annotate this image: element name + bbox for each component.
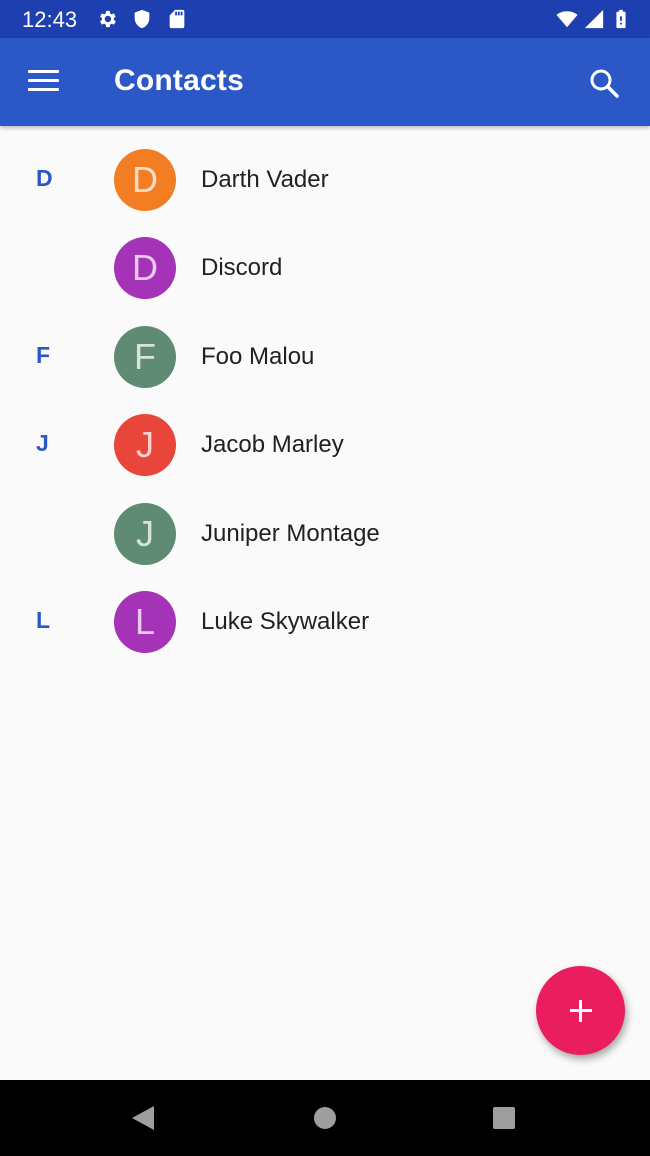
search-icon bbox=[590, 69, 619, 98]
recents-button[interactable] bbox=[482, 1098, 526, 1138]
menu-button[interactable] bbox=[14, 60, 74, 104]
page-title: Contacts bbox=[114, 64, 244, 97]
search-button[interactable] bbox=[580, 60, 628, 108]
status-bar: 12:43 bbox=[0, 0, 650, 38]
contact-name: Luke Skywalker bbox=[201, 608, 370, 635]
section-letter: L bbox=[36, 607, 51, 633]
contact-name: Juniper Montage bbox=[201, 520, 380, 547]
navigation-bar bbox=[0, 1080, 650, 1156]
battery-icon bbox=[616, 9, 626, 29]
settings-gear-icon bbox=[100, 10, 116, 28]
home-icon bbox=[314, 1107, 336, 1129]
avatar: J bbox=[114, 503, 176, 565]
contact-row[interactable]: F F Foo Malou bbox=[0, 313, 650, 401]
back-button[interactable] bbox=[122, 1098, 166, 1138]
contact-name: Foo Malou bbox=[201, 343, 315, 370]
contact-row[interactable]: J J Jacob Marley bbox=[0, 401, 650, 489]
shield-icon bbox=[134, 9, 150, 29]
signal-icon bbox=[584, 9, 604, 29]
contact-row[interactable]: L L Luke Skywalker bbox=[0, 578, 650, 666]
sd-card-icon bbox=[169, 9, 185, 29]
avatar: L bbox=[114, 591, 176, 653]
contact-row[interactable]: J Juniper Montage bbox=[0, 490, 650, 578]
contact-name: Jacob Marley bbox=[201, 431, 344, 458]
status-time: 12:43 bbox=[22, 7, 78, 32]
contact-name: Discord bbox=[201, 254, 283, 281]
avatar: F bbox=[114, 326, 176, 388]
contact-row[interactable]: D D Darth Vader bbox=[0, 136, 650, 224]
avatar: D bbox=[114, 149, 176, 211]
wifi-icon bbox=[556, 11, 578, 28]
section-letter: D bbox=[36, 165, 53, 191]
home-button[interactable] bbox=[303, 1098, 347, 1138]
contact-name: Darth Vader bbox=[201, 166, 329, 193]
contact-row[interactable]: D Discord bbox=[0, 224, 650, 312]
add-contact-button[interactable] bbox=[536, 966, 625, 1055]
section-letter: F bbox=[36, 342, 51, 368]
recents-icon bbox=[493, 1107, 515, 1129]
back-icon bbox=[132, 1106, 154, 1130]
avatar: J bbox=[114, 414, 176, 476]
section-letter: J bbox=[36, 430, 49, 456]
avatar: D bbox=[114, 237, 176, 299]
app-bar: Contacts bbox=[0, 38, 650, 126]
